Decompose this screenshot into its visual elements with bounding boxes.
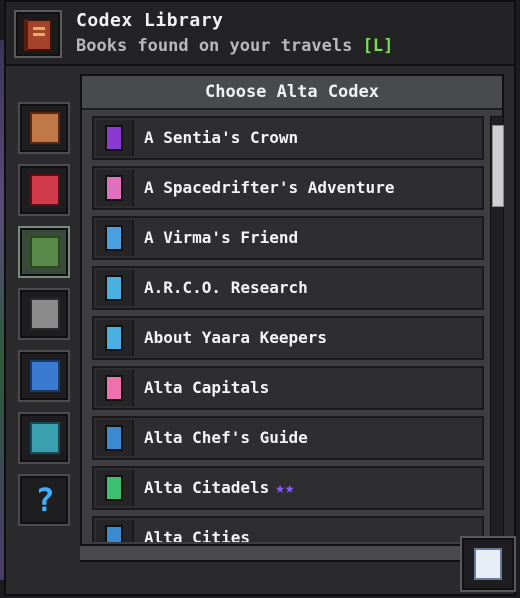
codex-thumbnail [96,520,134,542]
tab-alta[interactable] [18,412,70,464]
codex-title-text: Alta Citadels [144,478,270,497]
list-footer-bar [80,544,504,560]
codex-entry[interactable]: Alta Capitals [92,366,484,410]
scrollbar-thumb[interactable] [492,125,504,207]
codex-book-icon [105,275,123,301]
floran-portrait-icon [30,236,60,268]
species-sidebar: ? [18,102,74,536]
codex-entry[interactable]: A Spacedrifter's Adventure [92,166,484,210]
codex-book-icon [105,175,123,201]
codex-thumbnail [96,220,134,256]
codex-entry-title: A Virma's Friend [144,228,298,247]
codex-list[interactable]: A Sentia's Crown A Spacedrifter's Adventu… [92,116,484,542]
hylotl-portrait-icon [30,360,60,392]
journal-icon [474,548,502,580]
codex-list-scrollbar[interactable] [490,116,504,544]
header-icon-frame [14,10,62,58]
question-mark-icon: ? [35,481,55,519]
codex-entry-title: A Spacedrifter's Adventure [144,178,394,197]
journal-button[interactable] [460,536,516,592]
codex-entry-title: About Yaara Keepers [144,328,327,347]
alta-portrait-icon [30,422,60,454]
codex-entry-title: Alta Capitals [144,378,269,397]
codex-title-text: A Sentia's Crown [144,128,299,147]
tab-glitch[interactable] [18,288,70,340]
codex-title-text: A Spacedrifter's Adventure [144,178,395,197]
tab-floran[interactable] [18,226,70,278]
tab-hylotl[interactable] [18,350,70,402]
codex-entry-title: Alta Cities [144,528,250,542]
codex-entry[interactable]: About Yaara Keepers [92,316,484,360]
avian-portrait-icon [30,174,60,206]
codex-book-icon [105,425,123,451]
codex-book-icon [105,475,123,501]
window-header: Codex Library Books found on your travel… [6,2,514,66]
human-portrait-icon [30,112,60,144]
window-subtitle: Books found on your travels [L] [76,36,393,56]
codex-rarity-stars: ★★ [275,478,295,497]
codex-entry[interactable]: Alta Citadels ★★ [92,466,484,510]
codex-thumbnail [96,170,134,206]
codex-entry-title: A.R.C.O. Research [144,278,308,297]
hotkey-badge: [L] [362,36,394,56]
codex-book-icon [105,125,123,151]
tab-human[interactable] [18,102,70,154]
codex-library-window: Codex Library Books found on your travel… [4,0,516,596]
codex-entry[interactable]: A.R.C.O. Research [92,266,484,310]
codex-entry-title: Alta Citadels ★★ [144,478,295,497]
codex-entry-title: Alta Chef's Guide [144,428,308,447]
window-title: Codex Library [76,10,224,31]
codex-thumbnail [96,470,134,506]
codex-entry[interactable]: Alta Chef's Guide [92,416,484,460]
codex-book-icon [105,325,123,351]
book-icon [24,19,52,51]
codex-entry[interactable]: Alta Cities [92,516,484,542]
codex-title-text: Alta Capitals [144,378,270,397]
codex-thumbnail [96,270,134,306]
codex-title-text: A Virma's Friend [144,228,299,247]
codex-list-heading: Choose Alta Codex [82,76,502,110]
subtitle-text: Books found on your travels [76,36,353,56]
codex-entry-title: A Sentia's Crown [144,128,298,147]
tab-avian[interactable] [18,164,70,216]
codex-thumbnail [96,120,134,156]
codex-book-icon [105,375,123,401]
tab-unknown[interactable]: ? [18,474,70,526]
codex-title-text: About Yaara Keepers [144,328,328,347]
codex-book-icon [105,225,123,251]
codex-thumbnail [96,320,134,356]
codex-entry[interactable]: A Sentia's Crown [92,116,484,160]
codex-book-icon [105,525,123,542]
codex-list-panel: Choose Alta Codex A Sentia's Crown A Spac… [80,74,504,562]
codex-title-text: A.R.C.O. Research [144,278,308,297]
codex-thumbnail [96,420,134,456]
codex-thumbnail [96,370,134,406]
codex-entry[interactable]: A Virma's Friend [92,216,484,260]
glitch-portrait-icon [30,298,60,330]
codex-title-text: Alta Chef's Guide [144,428,308,447]
codex-title-text: Alta Cities [144,528,250,542]
